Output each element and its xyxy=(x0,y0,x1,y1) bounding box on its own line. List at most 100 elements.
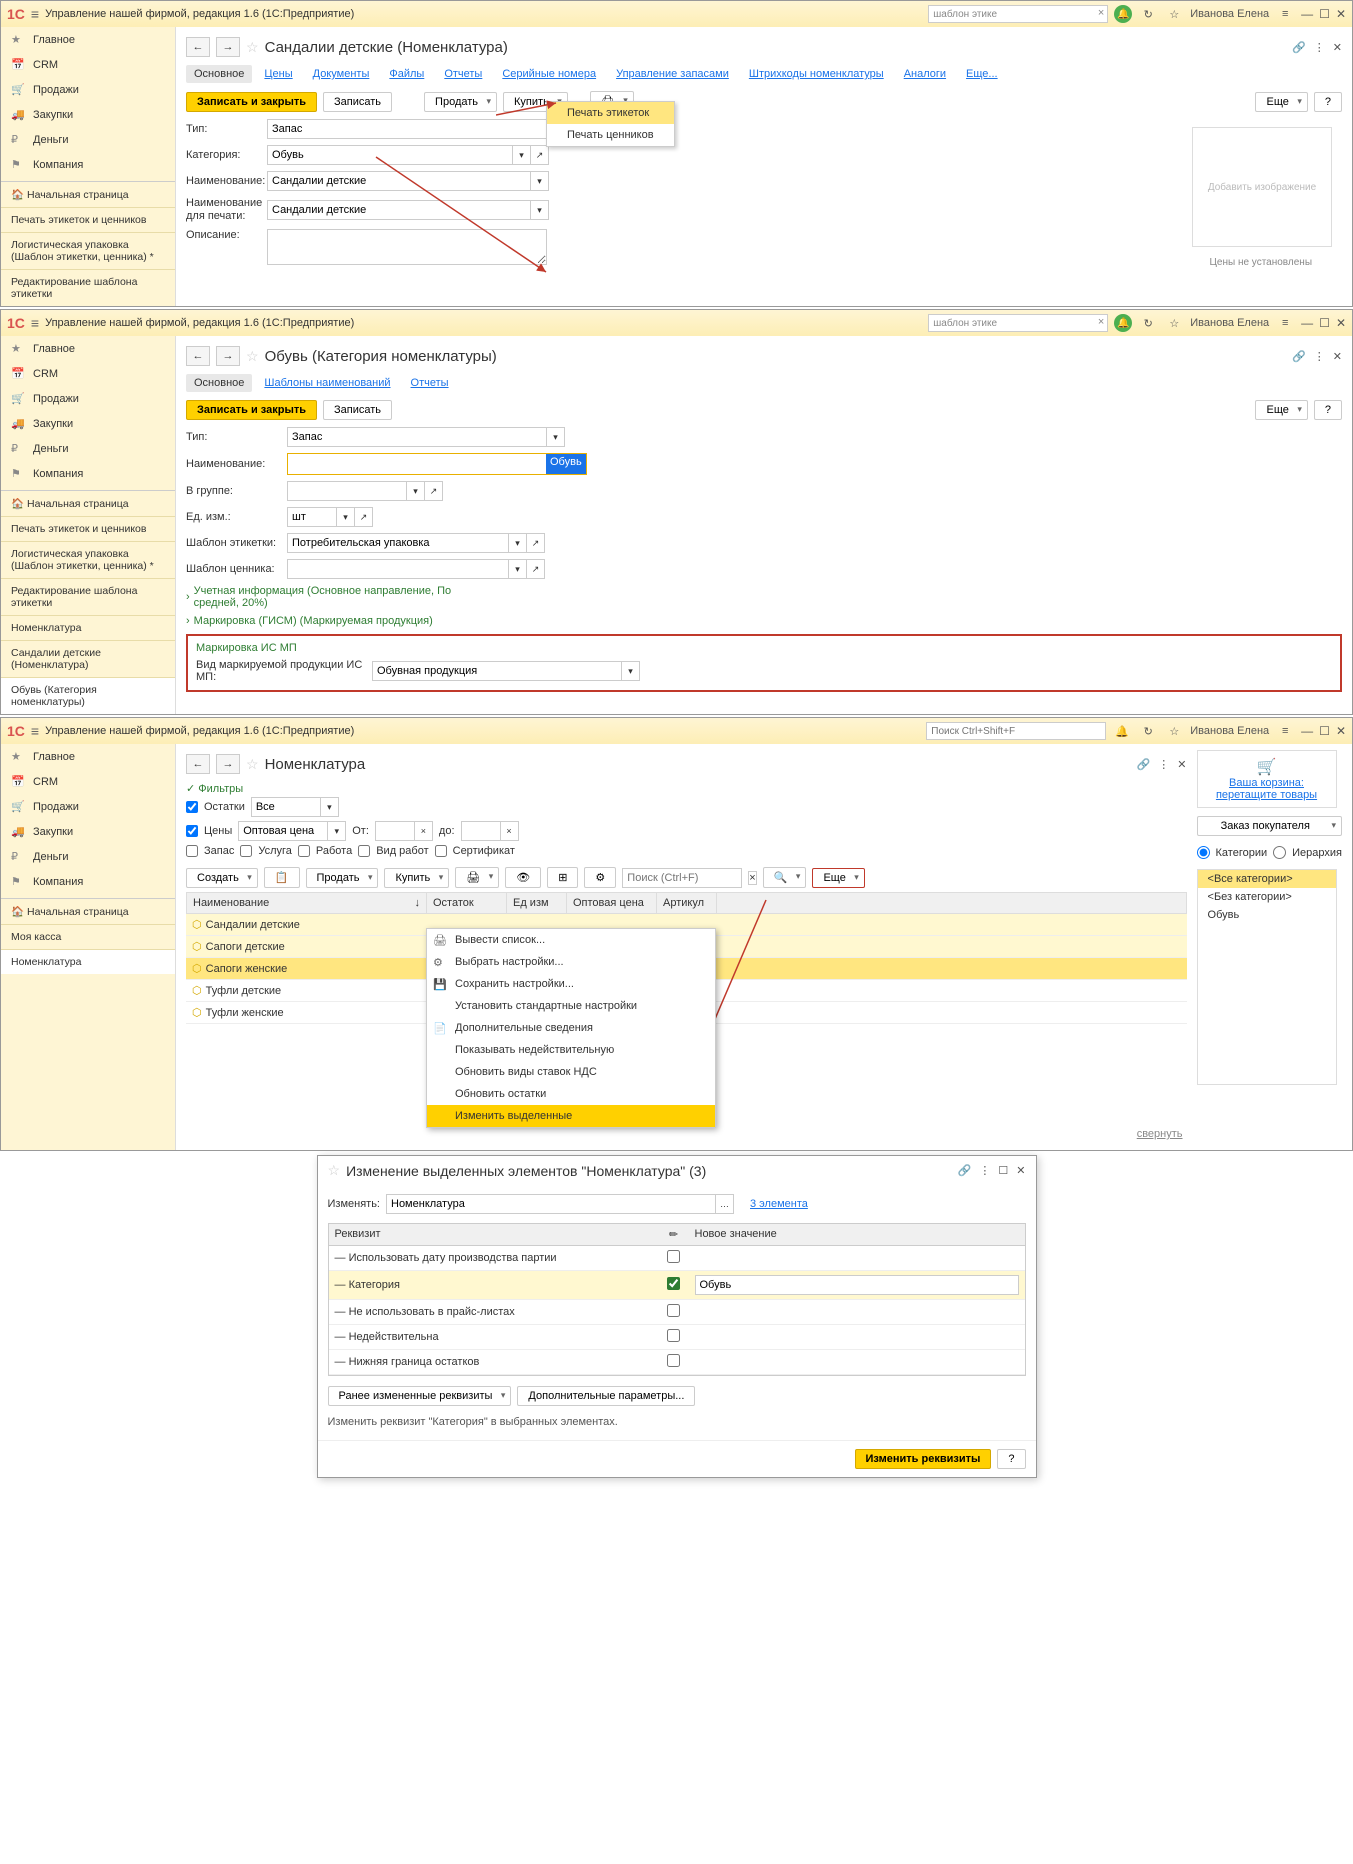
checkbox-r2[interactable] xyxy=(667,1277,680,1290)
dropdown-icon[interactable]: ▾ xyxy=(321,797,339,817)
tab-barcodes[interactable]: Штрихкоды номенклатуры xyxy=(741,65,892,83)
tab-main[interactable]: Основное xyxy=(186,374,252,392)
maximize-button[interactable]: ☐ xyxy=(1319,724,1330,738)
open-icon[interactable]: ↗ xyxy=(527,533,545,553)
expand-accounting[interactable]: ›Учетная информация (Основное направлени… xyxy=(186,582,1342,612)
menu-print-labels[interactable]: Печать этикеток xyxy=(547,102,674,124)
nav-purchases[interactable]: 🚚Закупки xyxy=(1,411,175,436)
user-menu-icon[interactable]: ≡ xyxy=(1275,4,1295,24)
additional-params-button[interactable]: Дополнительные параметры... xyxy=(517,1386,695,1406)
close-button[interactable]: ✕ xyxy=(1336,7,1346,21)
favorite-icon[interactable]: ☆ xyxy=(246,39,259,56)
input-change[interactable] xyxy=(386,1194,716,1214)
nav-home[interactable]: 🏠 Начальная страница xyxy=(1,490,175,516)
close-page-icon[interactable]: ✕ xyxy=(1177,758,1186,771)
input-desc[interactable] xyxy=(267,229,547,265)
input-to[interactable] xyxy=(461,821,501,841)
sell-button[interactable]: Продать xyxy=(306,868,379,888)
checkbox-rabota[interactable] xyxy=(298,845,310,857)
list-search[interactable] xyxy=(622,868,742,888)
input-category[interactable] xyxy=(267,145,513,165)
nav-kassa[interactable]: Моя касса xyxy=(1,924,175,949)
nav-company[interactable]: ⚑Компания xyxy=(1,461,175,486)
col-unit[interactable]: Ед изм xyxy=(507,893,567,913)
history-icon[interactable]: ↻ xyxy=(1138,721,1158,741)
open-icon[interactable]: ↗ xyxy=(531,145,549,165)
input-prices[interactable] xyxy=(238,821,328,841)
nav-company[interactable]: ⚑Компания xyxy=(1,869,175,894)
nav-logistic[interactable]: Логистическая упаковка (Шаблон этикетки,… xyxy=(1,232,175,269)
nav-edit-template[interactable]: Редактирование шаблона этикетки xyxy=(1,578,175,615)
dropdown-icon[interactable]: ▾ xyxy=(509,533,527,553)
minimize-button[interactable]: — xyxy=(1301,316,1313,330)
favorite-icon[interactable]: ☆ xyxy=(246,348,259,365)
clear-icon[interactable]: × xyxy=(1098,7,1104,19)
input-print-name[interactable] xyxy=(267,200,531,220)
star-icon[interactable]: ☆ xyxy=(1164,4,1184,24)
bell-icon[interactable]: 🔔 xyxy=(1114,5,1132,23)
back-button[interactable]: ← xyxy=(186,754,210,774)
close-page-icon[interactable]: ✕ xyxy=(1333,41,1342,54)
clear-icon[interactable]: × xyxy=(1098,316,1104,328)
nav-money[interactable]: ₽Деньги xyxy=(1,127,175,152)
nav-sales[interactable]: 🛒Продажи xyxy=(1,386,175,411)
col-price[interactable]: Оптовая цена xyxy=(567,893,657,913)
tab-docs[interactable]: Документы xyxy=(305,65,378,83)
cat-shoes[interactable]: Обувь xyxy=(1198,906,1336,924)
menu-icon[interactable]: ≡ xyxy=(31,315,39,331)
prev-changed-button[interactable]: Ранее измененные реквизиты xyxy=(328,1386,512,1406)
save-close-button[interactable]: Записать и закрыть xyxy=(186,92,317,112)
tab-reports[interactable]: Отчеты xyxy=(436,65,490,83)
nav-labels[interactable]: Печать этикеток и ценников xyxy=(1,207,175,232)
nav-labels[interactable]: Печать этикеток и ценников xyxy=(1,516,175,541)
nav-money[interactable]: ₽Деньги xyxy=(1,844,175,869)
menu-print-prices[interactable]: Печать ценников xyxy=(547,124,674,146)
order-button[interactable]: Заказ покупателя xyxy=(1197,816,1342,836)
tab-serial[interactable]: Серийные номера xyxy=(494,65,604,83)
menu-export[interactable]: 🖨Вывести список... xyxy=(427,929,715,951)
ellipsis-icon[interactable]: … xyxy=(716,1194,734,1214)
maximize-button[interactable]: ☐ xyxy=(1319,7,1330,21)
elements-link[interactable]: 3 элемента xyxy=(750,1198,808,1210)
dropdown-icon[interactable]: ▾ xyxy=(513,145,531,165)
back-button[interactable]: ← xyxy=(186,346,210,366)
dropdown-icon[interactable]: ▾ xyxy=(509,559,527,579)
nav-money[interactable]: ₽Деньги xyxy=(1,436,175,461)
nav-crm[interactable]: 📅CRM xyxy=(1,769,175,794)
collapse-link[interactable]: свернуть xyxy=(1137,1128,1183,1140)
col-name[interactable]: Наименование ↓ xyxy=(187,893,427,913)
open-icon[interactable]: ↗ xyxy=(355,507,373,527)
forward-button[interactable]: → xyxy=(216,346,240,366)
tab-reports[interactable]: Отчеты xyxy=(403,374,457,392)
menu-std[interactable]: Установить стандартные настройки xyxy=(427,995,715,1017)
link-icon[interactable]: 🔗 xyxy=(1292,350,1306,363)
input-marking-type[interactable] xyxy=(372,661,622,681)
more-button[interactable]: Еще xyxy=(812,868,864,888)
minimize-button[interactable]: — xyxy=(1301,7,1313,21)
checkbox-r4[interactable] xyxy=(667,1329,680,1342)
checkbox-r3[interactable] xyxy=(667,1304,680,1317)
tab-analogs[interactable]: Аналоги xyxy=(896,65,954,83)
checkbox-r1[interactable] xyxy=(667,1250,680,1263)
menu-icon[interactable]: ≡ xyxy=(31,723,39,739)
dropdown-icon[interactable]: ▾ xyxy=(337,507,355,527)
copy-button[interactable]: 📋 xyxy=(264,867,300,888)
tab-prices[interactable]: Цены xyxy=(256,65,300,83)
input-ost[interactable] xyxy=(251,797,321,817)
kebab-icon[interactable]: ⋮ xyxy=(979,1164,990,1177)
help-button[interactable]: ? xyxy=(1314,92,1342,112)
open-icon[interactable]: ↗ xyxy=(527,559,545,579)
print-button[interactable]: 🖨 xyxy=(455,867,499,888)
input-type[interactable] xyxy=(267,119,547,139)
close-page-icon[interactable]: ✕ xyxy=(1333,350,1342,363)
nav-company[interactable]: ⚑Компания xyxy=(1,152,175,177)
kebab-icon[interactable]: ⋮ xyxy=(1314,350,1325,363)
checkbox-r5[interactable] xyxy=(667,1354,680,1367)
dropdown-icon[interactable]: ▾ xyxy=(328,821,346,841)
forward-button[interactable]: → xyxy=(216,754,240,774)
expand-marking-gism[interactable]: ›Маркировка (ГИСМ) (Маркируемая продукци… xyxy=(186,612,1342,630)
favorite-icon[interactable]: ☆ xyxy=(328,1162,341,1179)
nav-logistic[interactable]: Логистическая упаковка (Шаблон этикетки,… xyxy=(1,541,175,578)
input-unit[interactable] xyxy=(287,507,337,527)
link-icon[interactable]: 🔗 xyxy=(1292,41,1306,54)
